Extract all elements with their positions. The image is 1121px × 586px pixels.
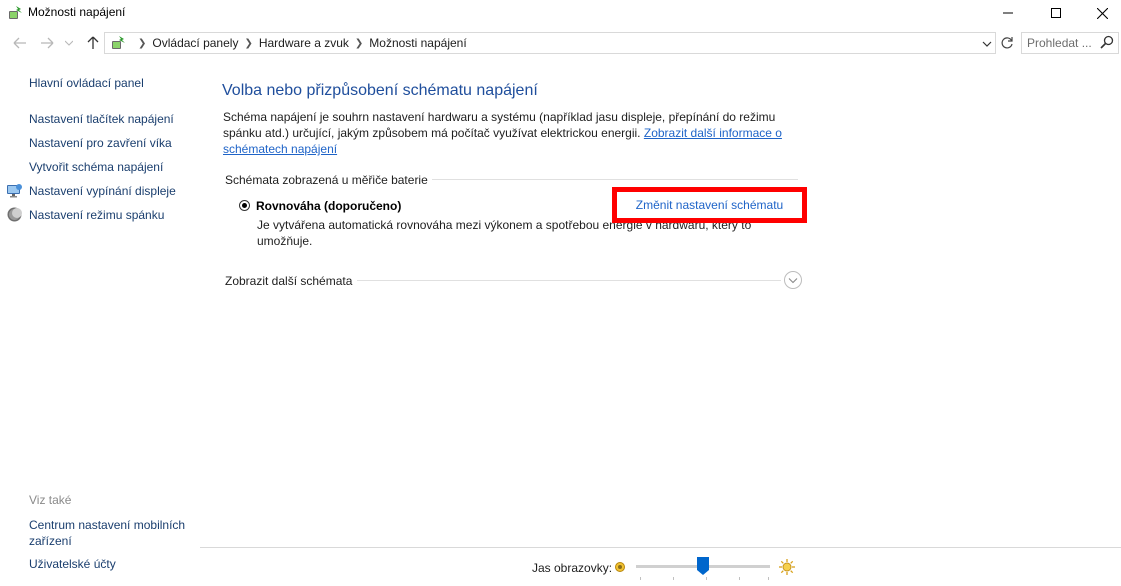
sidebar-item-power-buttons[interactable]: Nastavení tlačítek napájení — [29, 112, 174, 126]
breadcrumb-control-panel[interactable]: Ovládací panely — [152, 36, 238, 50]
brightness-slider-thumb[interactable] — [697, 557, 709, 575]
chevron-right-icon[interactable]: ❯ — [138, 38, 146, 49]
refresh-icon — [1001, 37, 1013, 49]
sidebar-item-mobility-center[interactable]: Centrum nastavení mobilních zařízení — [29, 517, 185, 549]
arrow-right-icon — [41, 37, 54, 49]
slider-tick — [640, 577, 641, 580]
page-description: Schéma napájení je souhrn nastavení hard… — [223, 109, 793, 157]
display-icon — [7, 184, 22, 198]
forward-button[interactable] — [38, 34, 56, 52]
arrow-up-icon — [87, 36, 99, 49]
back-button[interactable] — [11, 34, 29, 52]
sidebar-item-user-accounts[interactable]: Uživatelské účty — [29, 557, 116, 571]
battery-meter-plans-heading: Schémata zobrazená u měřiče baterie — [225, 173, 428, 187]
show-more-plans-label[interactable]: Zobrazit další schémata — [225, 274, 352, 288]
minimize-icon — [1003, 12, 1013, 14]
breadcrumb-power-options[interactable]: Možnosti napájení — [369, 36, 466, 50]
sidebar-item-sleep[interactable]: Nastavení režimu spánku — [29, 208, 164, 222]
chevron-down-icon — [982, 41, 992, 47]
breadcrumb-hardware-sound[interactable]: Hardware a zvuk — [259, 36, 349, 50]
sidebar-item-control-panel-home[interactable]: Hlavní ovládací panel — [29, 76, 144, 90]
mobility-center-line2: zařízení — [29, 534, 72, 548]
sidebar-item-display-off[interactable]: Nastavení vypínání displeje — [29, 184, 176, 198]
chevron-right-icon[interactable]: ❯ — [244, 38, 252, 49]
change-plan-settings-link[interactable]: Změnit nastavení schématu — [612, 187, 807, 223]
moon-icon — [7, 207, 22, 222]
up-button[interactable] — [84, 34, 102, 52]
window-title: Možnosti napájení — [28, 5, 126, 19]
see-also-heading: Viz také — [29, 493, 72, 507]
search-icon[interactable] — [1100, 35, 1114, 49]
slider-tick — [768, 577, 769, 580]
maximize-icon — [1051, 8, 1061, 18]
more-plans-divider — [357, 280, 781, 281]
sidebar-item-lid-close[interactable]: Nastavení pro zavření víka — [29, 136, 172, 150]
brightness-high-icon — [779, 559, 795, 575]
slider-tick — [673, 577, 674, 580]
chevron-down-icon — [65, 40, 73, 46]
search-input[interactable]: Prohledat ... — [1027, 36, 1092, 50]
brightness-low-icon — [615, 562, 625, 572]
mobility-center-line1: Centrum nastavení mobilních — [29, 518, 186, 532]
section-divider — [432, 179, 798, 180]
brightness-label: Jas obrazovky: — [532, 561, 613, 575]
refresh-button[interactable] — [998, 33, 1016, 53]
balanced-plan-radio[interactable] — [239, 200, 250, 211]
recent-locations-button[interactable] — [63, 34, 75, 52]
slider-tick — [706, 577, 707, 580]
arrow-left-icon — [13, 37, 26, 49]
change-plan-settings-label: Změnit nastavení schématu — [635, 198, 784, 212]
address-dropdown-button[interactable] — [982, 37, 992, 51]
expand-plans-button[interactable] — [784, 271, 802, 289]
breadcrumb: ❯ Ovládací panely ❯ Hardware a zvuk ❯ Mo… — [110, 35, 467, 51]
close-icon — [1096, 7, 1108, 19]
minimize-button[interactable] — [985, 0, 1031, 26]
page-title: Volba nebo přizpůsobení schématu napájen… — [222, 82, 538, 99]
sidebar-item-create-plan[interactable]: Vytvořit schéma napájení — [29, 160, 163, 174]
bottom-divider — [200, 547, 1121, 548]
power-options-icon — [9, 6, 22, 19]
chevron-down-icon — [788, 277, 798, 283]
maximize-button[interactable] — [1033, 0, 1079, 26]
balanced-plan-label[interactable]: Rovnováha (doporučeno) — [256, 199, 401, 213]
slider-tick — [739, 577, 740, 580]
close-button[interactable] — [1079, 0, 1121, 26]
chevron-right-icon[interactable]: ❯ — [355, 38, 363, 49]
control-panel-icon — [112, 36, 125, 49]
title-bar: Možnosti napájení — [0, 0, 1121, 26]
